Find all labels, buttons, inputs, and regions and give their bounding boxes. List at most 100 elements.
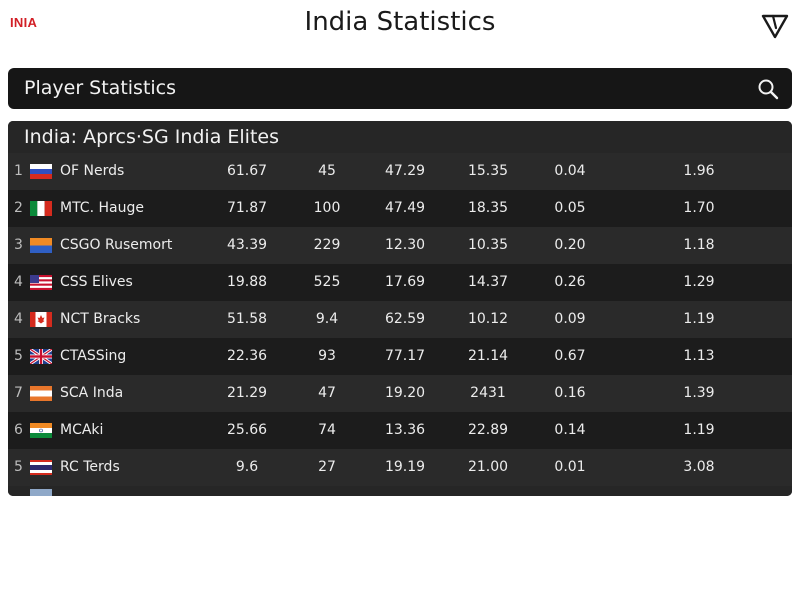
italy-flag-icon [30,201,52,216]
player-statistics-bar[interactable]: Player Statistics [8,68,792,109]
stat-cell-v3: 17.69 [384,274,426,290]
rank-cell: 1 [14,163,23,179]
team-name: SCA Inda [60,385,124,401]
stat-cell-v2: 229 [313,237,341,253]
rank-cell: 5 [14,459,23,475]
stat-cell-v4: 2431 [470,385,506,401]
stat-cell-v6: 1.39 [683,385,715,401]
stat-cell-v4: 21.00 [467,459,509,475]
stat-cell-v4: 14.37 [467,274,509,290]
menu-button[interactable] [760,11,790,41]
stat-cell-v1: 22.36 [226,348,268,364]
rank-cell: 4 [14,311,23,327]
search-icon [758,79,779,100]
stat-cell-v6: 3.08 [683,459,715,475]
stat-cell-v5: 0.05 [554,200,586,216]
search-button[interactable] [756,77,780,101]
stat-cell-v4: 10.35 [467,237,509,253]
rank-cell: 7 [14,385,23,401]
table-row[interactable]: 7 SCA Inda 21.29 47 19.20 2431 0.16 1.39 [8,375,792,412]
stat-cell-v6: 1.19 [683,311,715,327]
stat-cell-v6: 1.13 [683,348,715,364]
rank-cell: 2 [14,200,23,216]
table-row[interactable]: 5 RC Terds 9.6 27 19.19 21.00 0.01 3.08 [8,449,792,486]
india-flag-icon [30,423,52,438]
stat-cell-v5: 0.14 [554,422,586,438]
panel-header: India: Aprcs·SG India Elites [8,121,792,153]
page-title: India Statistics [304,7,496,37]
rank-cell: 6 [14,422,23,438]
stat-cell-v1: 19.88 [226,274,268,290]
table-row[interactable]: 3 CSGO Rusemort 43.39 229 12.30 10.35 0.20 1.18 [8,227,792,264]
stat-cell-v1: 51.58 [226,311,268,327]
team-name: RC Terds [60,459,120,475]
flag-icon [30,489,52,496]
team-name: NCT Bracks [60,311,141,327]
top-bar: INIA India Statistics [0,0,800,52]
stat-cell-v5: 0.20 [554,237,586,253]
team-name: CSGO Rusemort [60,237,173,253]
stat-cell-v4: 18.35 [467,200,509,216]
stat-cell-v5: 0.16 [554,385,586,401]
stat-cell-v5: 0.26 [554,274,586,290]
canada-flag-icon [30,312,52,327]
stat-cell-v3: 13.36 [384,422,426,438]
uk-flag-icon [29,347,53,366]
stat-cell-v1: 9.6 [235,459,259,475]
stat-cell-v6: 1.19 [683,422,715,438]
table-row-partial [8,486,792,496]
usa-flag-icon [30,275,52,290]
section-title: Player Statistics [24,77,177,99]
team-name: MCAki [60,422,104,438]
thailand-flag-icon [30,460,52,475]
table-row[interactable]: 4 CSS Elives 19.88 525 17.69 14.37 0.26 1.29 [8,264,792,301]
team-name: CTASSing [60,348,127,364]
stat-cell-v2: 93 [318,348,336,364]
russia-flag-icon [30,164,52,179]
team-name: CSS Elives [60,274,133,290]
panel-title: India: Aprcs·SG India Elites [24,126,279,148]
stat-cell-v6: 1.96 [683,163,715,179]
stat-cell-v5: 0.09 [554,311,586,327]
stat-cell-v5: 0.04 [554,163,586,179]
rank-cell: 3 [14,237,23,253]
stat-cell-v3: 47.49 [384,200,426,216]
stat-cell-v6: 1.70 [683,200,715,216]
team-name: MTC. Hauge [60,200,144,216]
stat-cell-v6: 1.29 [683,274,715,290]
table-row[interactable]: 2 MTC. Hauge 71.87 100 47.49 18.35 0.05 1.70 [8,190,792,227]
stat-cell-v1: 71.87 [226,200,268,216]
stat-cell-v2: 100 [313,200,341,216]
stat-cell-v3: 19.19 [384,459,426,475]
team-name: OF Nerds [60,163,125,179]
stat-cell-v3: 19.20 [384,385,426,401]
orange-white-flag-icon [30,386,52,401]
stat-cell-v2: 74 [318,422,336,438]
stat-cell-v1: 61.67 [226,163,268,179]
stat-cell-v3: 47.29 [384,163,426,179]
table-row[interactable]: 6 MCAki 25.66 74 13.36 22.89 0.14 1.19 [8,412,792,449]
stat-cell-v1: 25.66 [226,422,268,438]
stat-cell-v4: 10.12 [467,311,509,327]
stat-cell-v2: 525 [313,274,341,290]
rank-cell: 5 [14,348,23,364]
stat-cell-v1: 43.39 [226,237,268,253]
stat-cell-v4: 21.14 [467,348,509,364]
table-row[interactable]: 5 CTASSing 22.36 93 77.17 21.14 0.67 1.13 [8,338,792,375]
orange-blue-flag-icon [30,238,52,253]
table-row[interactable]: 4 NCT Bracks 51.58 9.4 62.59 10.12 0.09 1.19 [8,301,792,338]
stat-cell-v2: 27 [318,459,336,475]
table-row[interactable]: 1 OF Nerds 61.67 45 47.29 15.35 0.04 1.96 [8,153,792,190]
stat-cell-v3: 62.59 [384,311,426,327]
triangle-down-icon [761,14,789,39]
stat-cell-v2: 45 [318,163,336,179]
stat-cell-v5: 0.01 [554,459,586,475]
stat-cell-v4: 22.89 [467,422,509,438]
stat-cell-v3: 12.30 [384,237,426,253]
stat-cell-v5: 0.67 [554,348,586,364]
stat-cell-v4: 15.35 [467,163,509,179]
stat-cell-v1: 21.29 [226,385,268,401]
statistics-panel: India: Aprcs·SG India Elites 1 OF Nerds 61… [8,121,792,496]
stat-cell-v2: 9.4 [315,311,339,327]
stat-cell-v6: 1.18 [683,237,715,253]
